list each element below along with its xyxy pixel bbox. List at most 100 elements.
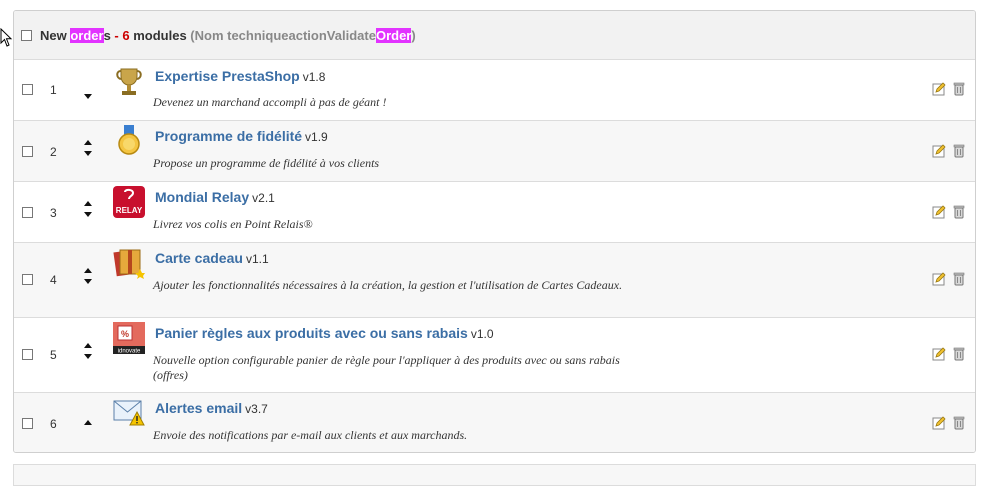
module-name-link[interactable]: Carte cadeau — [155, 250, 243, 266]
title-prefix: New — [40, 27, 71, 43]
module-version: v3.7 — [245, 402, 268, 416]
edit-icon[interactable] — [932, 82, 946, 96]
title-dash: - — [110, 27, 123, 43]
position-number: 1 — [50, 83, 57, 97]
mondial-relay-logo-icon: RELAY — [113, 186, 145, 218]
module-title: Panier règles aux produits avec ou sans … — [155, 325, 494, 341]
next-hook-panel — [13, 464, 976, 486]
module-version: v1.1 — [245, 252, 269, 266]
idnovate-logo-text: idnovate — [118, 349, 141, 355]
reorder-arrows — [81, 268, 95, 284]
hook-modules-panel: New orders - 6 modules (Nom techniqueact… — [13, 10, 976, 453]
edit-icon[interactable] — [932, 205, 946, 219]
svg-text:%: % — [121, 329, 129, 339]
module-checkbox[interactable] — [22, 274, 33, 285]
move-down-icon[interactable] — [84, 354, 92, 359]
edit-icon[interactable] — [932, 347, 946, 361]
highlight-order: order — [70, 27, 104, 43]
edit-icon[interactable] — [932, 416, 946, 430]
module-version: v1.9 — [305, 130, 328, 144]
module-checkbox[interactable] — [22, 207, 33, 218]
row-actions — [932, 347, 966, 361]
row-actions — [932, 272, 966, 286]
row-actions — [932, 416, 966, 430]
module-description: Livrez vos colis en Point Relais® — [153, 217, 313, 231]
trash-icon[interactable] — [952, 82, 966, 96]
module-title: Carte cadeau v1.1 — [155, 250, 269, 266]
module-row: 5 % idnovate Panier règles aux produits … — [14, 318, 975, 393]
edit-icon[interactable] — [932, 272, 946, 286]
technical-name-close: ) — [411, 27, 416, 43]
position-number: 6 — [50, 417, 57, 431]
reorder-arrows — [81, 94, 95, 99]
move-up-icon[interactable] — [84, 343, 92, 348]
move-down-icon[interactable] — [84, 212, 92, 217]
module-title: Programme de fidélité v1.9 — [155, 128, 328, 144]
panel-header: New orders - 6 modules (Nom techniqueact… — [14, 11, 975, 60]
module-row: 2 Programme de fidélité v1.9 Propose un p… — [14, 121, 975, 182]
module-row: 3 RELAY Mondial Relay v2.1 Livrez vos col… — [14, 182, 975, 243]
panel-title: New orders - 6 modules (Nom techniqueact… — [40, 27, 416, 43]
trash-icon[interactable] — [952, 416, 966, 430]
module-description: Propose un programme de fidélité à vos c… — [153, 156, 380, 170]
title-suffix: s — [103, 27, 111, 43]
module-checkbox[interactable] — [22, 84, 33, 95]
module-checkbox[interactable] — [22, 349, 33, 360]
relay-logo-text: RELAY — [116, 206, 143, 215]
module-version: v2.1 — [252, 191, 275, 205]
highlight-order-2: Order — [375, 27, 412, 43]
trash-icon[interactable] — [952, 144, 966, 158]
trophy-icon — [116, 68, 142, 95]
module-row: 4 Carte cadeau v1.1 Ajouter les fonctionn… — [14, 243, 975, 318]
move-down-icon[interactable] — [84, 279, 92, 284]
module-name-link[interactable]: Programme de fidélité — [155, 128, 302, 144]
row-actions — [932, 82, 966, 96]
position-number: 5 — [50, 348, 57, 362]
module-version: v1.0 — [470, 327, 494, 341]
move-up-icon[interactable] — [84, 268, 92, 273]
move-down-icon[interactable] — [84, 151, 92, 156]
module-row: 6 Alertes email v3.7 Envoie des notificat… — [14, 393, 975, 452]
discount-rule-icon: % idnovate — [113, 322, 145, 354]
module-description: Nouvelle option configurable panier de r… — [153, 353, 620, 382]
position-number: 4 — [50, 273, 57, 287]
reorder-arrows — [81, 420, 95, 431]
module-description: Devenez un marchand accompli à pas de gé… — [153, 95, 387, 109]
modules-label: modules — [129, 27, 191, 43]
module-title: Expertise PrestaShop v1.8 — [155, 68, 325, 84]
row-actions — [932, 144, 966, 158]
row-actions — [932, 205, 966, 219]
module-row: 1 Expertise PrestaShop v1.8 Devenez un ma… — [14, 60, 975, 121]
reorder-arrows — [81, 140, 95, 156]
module-name-link[interactable]: Mondial Relay — [155, 189, 249, 205]
module-title: Alertes email v3.7 — [155, 400, 268, 416]
medal-icon — [118, 125, 140, 155]
gift-card-icon — [113, 249, 145, 279]
mouse-cursor-icon — [0, 28, 13, 47]
module-name-link[interactable]: Alertes email — [155, 400, 242, 416]
edit-icon[interactable] — [932, 144, 946, 158]
module-name-link[interactable]: Expertise PrestaShop — [155, 68, 300, 84]
reorder-arrows — [81, 343, 95, 359]
move-down-icon[interactable] — [84, 94, 92, 99]
move-up-icon[interactable] — [84, 420, 92, 425]
reorder-arrows — [81, 201, 95, 217]
module-name-link[interactable]: Panier règles aux produits avec ou sans … — [155, 325, 468, 341]
email-alert-icon — [113, 400, 145, 426]
move-up-icon[interactable] — [84, 201, 92, 206]
module-checkbox[interactable] — [22, 146, 33, 157]
module-title: Mondial Relay v2.1 — [155, 189, 275, 205]
trash-icon[interactable] — [952, 347, 966, 361]
position-number: 2 — [50, 145, 57, 159]
module-checkbox[interactable] — [22, 418, 33, 429]
module-count: 6 — [122, 27, 130, 43]
module-description: Ajouter les fonctionnalités nécessaires … — [153, 278, 623, 292]
move-up-icon[interactable] — [84, 140, 92, 145]
position-number: 3 — [50, 206, 57, 220]
module-version: v1.8 — [302, 70, 326, 84]
select-all-checkbox[interactable] — [21, 29, 32, 41]
trash-icon[interactable] — [952, 205, 966, 219]
technical-name: (Nom techniqueactionValidate — [190, 27, 376, 43]
module-description: Envoie des notifications par e-mail aux … — [153, 428, 468, 442]
trash-icon[interactable] — [952, 272, 966, 286]
